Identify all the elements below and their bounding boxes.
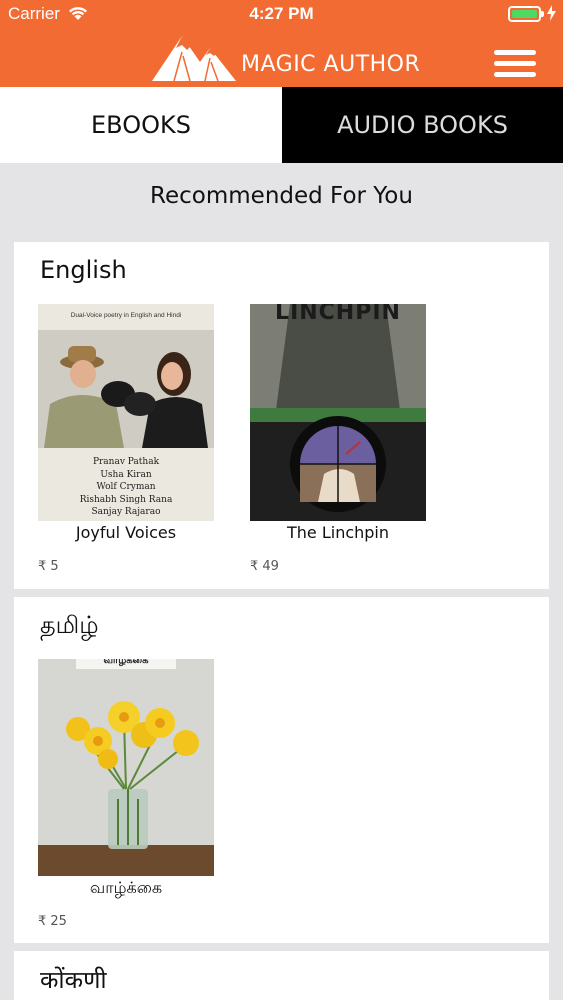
book-title: The Linchpin [286,523,390,542]
cover-author: Pranav Pathak [92,457,160,467]
status-bar: Carrier 4:27 PM [0,0,563,30]
cover-author: Wolf Cryman [96,482,156,492]
section-title: Recommended For You [150,183,413,209]
book-title: Joyful Voices [75,523,177,542]
book-item[interactable]: LINCHPIN The Linchpin ₹ 49 [250,304,426,584]
hamburger-menu-icon[interactable] [494,50,536,78]
cover-author: Usha Kiran [100,469,152,480]
book-price: ₹ 49 [250,559,279,574]
charging-icon [547,5,556,21]
cover-authors: Pranav Pathak Usha Kiran Wolf Cryman Ris… [38,456,214,519]
battery-icon [508,6,541,22]
book-item[interactable]: வாழ்க்கை வாழ்க்கை ₹ 25 [38,659,214,939]
cover-author: Sanjay Rajarao [91,507,161,517]
book-price: ₹ 25 [38,914,67,929]
tab-audio-books[interactable]: AUDIO BOOKS [282,87,563,163]
language-card-konkani: कोंकणी [14,951,549,1000]
clock: 4:27 PM [249,4,314,23]
book-price: ₹ 5 [38,559,59,574]
book-cover[interactable]: LINCHPIN [250,304,426,521]
book-type-tabs: EBOOKS AUDIO BOOKS [0,87,563,163]
language-heading: தமிழ் [40,611,99,639]
book-item[interactable]: Dual-Voice poetry in English and Hindi P… [38,304,214,584]
brand-title: MAGIC AUTHOR [241,52,421,77]
language-heading: English [40,256,127,284]
app-header: Carrier 4:27 PM MAGIC AUTHOR [0,0,563,87]
book-cover[interactable]: வாழ்க்கை [38,659,214,876]
tab-ebooks[interactable]: EBOOKS [0,87,282,163]
cover-heading: வாழ்க்கை [103,659,149,666]
cover-heading: LINCHPIN [275,304,401,325]
book-title: வாழ்க்கை [89,878,163,897]
language-heading: कोंकणी [40,966,107,994]
cover-author: Rishabh Singh Rana [79,494,173,505]
book-cover[interactable]: Dual-Voice poetry in English and Hindi P… [38,304,214,521]
mountain-logo-icon [152,36,236,82]
language-card-tamil: தமிழ் வாழ்க்கை வாழ்க்கை ₹ 25 [14,597,549,943]
language-card-english: English Dual-Voice poetry in English and… [14,242,549,589]
battery-tip [541,11,544,17]
cover-tagline: Dual-Voice poetry in English and Hindi [70,312,182,319]
